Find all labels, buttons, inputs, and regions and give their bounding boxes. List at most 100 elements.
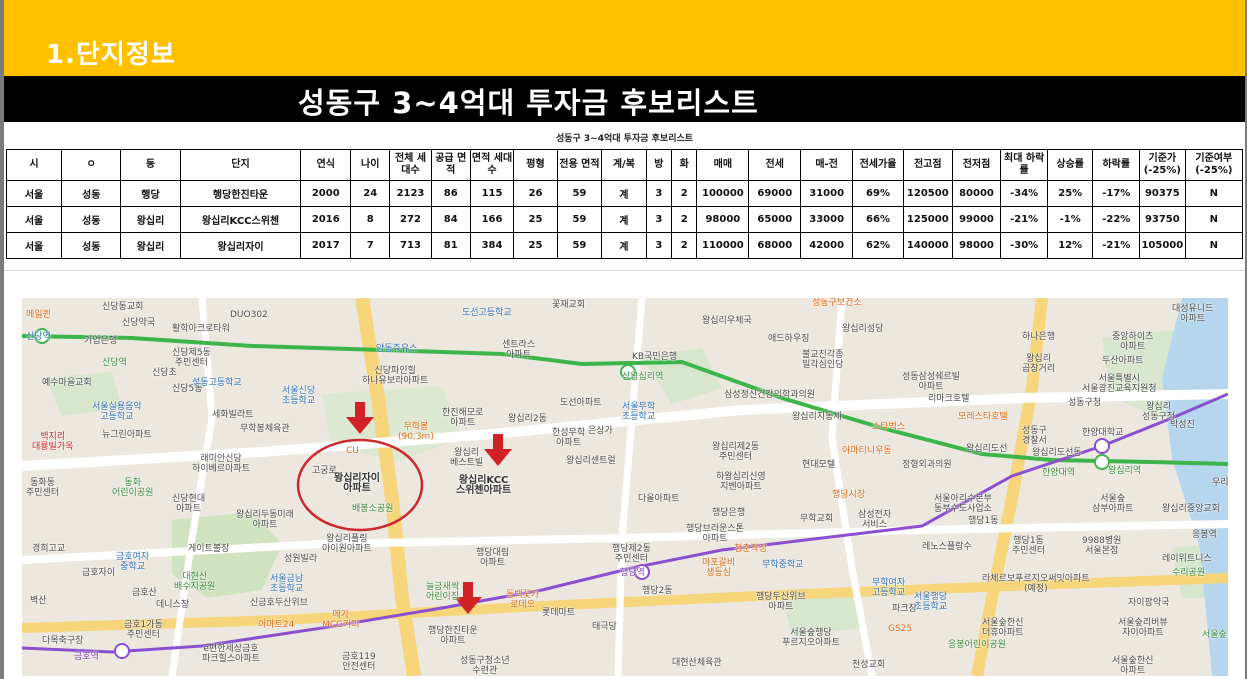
map-label-taegeuk: 태극당 <box>592 622 617 632</box>
table-cell: 행당 <box>120 180 181 207</box>
table-cell: 행당한진타운 <box>179 180 302 207</box>
table-cell: 62% <box>852 232 904 259</box>
column-header: 전세 <box>748 149 802 181</box>
table-cell: 2 <box>671 232 698 259</box>
map-label-daehyunsan-gym: 대현산체육관 <box>672 658 722 668</box>
table-cell: 2123 <box>389 180 432 207</box>
map-label-sindang-hyundai: 신당현대 아파트 <box>172 494 206 514</box>
map-label-geumho119: 금호119 안전센터 <box>342 652 376 672</box>
section-title: 1.단지정보 <box>46 40 176 70</box>
column-header: 화 <box>671 149 698 181</box>
candidate-table-area: 성동구 3~4억대 투자금 후보리스트 시 ㅇ 동 단지 연식 나이 전체 세대수 공급 면적… <box>4 127 1245 269</box>
map-label-centras: 센트라스 아파트 <box>502 340 536 360</box>
map-label-seoul-asia: 서울아리수본부 동부수도사업소 <box>934 494 992 514</box>
table-cell: 왕십리KCC스위첸 <box>179 206 302 233</box>
table-cell: 25 <box>513 232 558 259</box>
map-label-yangbo: 왕십리우체국 <box>702 316 752 326</box>
map-label-hwalhwa: 활학아크로타워 <box>172 324 230 334</box>
map-label-gs25: GS25 <box>888 624 913 634</box>
table-cell: 98000 <box>696 206 750 233</box>
map-label-kcc: 왕십리KCC 스위첸아파트 <box>456 475 512 496</box>
map-label-seongdong-office: 성동구 경찰서 <box>1022 426 1047 446</box>
table-cell: 115 <box>469 180 515 207</box>
table-cell: 66% <box>852 206 904 233</box>
table-cell: 서울 <box>5 206 63 233</box>
table-cell: 12% <box>1046 232 1094 259</box>
location-map[interactable]: DUO302 활학아크로타워 기업은행 신당제5동 주민센터 신당역 신당파인힐 하나유보라아… <box>22 298 1228 676</box>
table-cell: 31000 <box>800 180 854 207</box>
divider <box>4 270 1245 271</box>
map-label-haengdang-daerim: 행당대림 아파트 <box>476 548 510 568</box>
table-cell: 90375 <box>1139 180 1186 207</box>
map-label-daeseong: 대성유니드 아파트 <box>1172 304 1214 324</box>
map-label-duo302: DUO302 <box>230 310 268 320</box>
table-cell: 성동 <box>61 206 122 233</box>
map-label-starbucks: 스타벅스 <box>872 422 906 432</box>
map-label-wsr-seongdang: 왕십리성당 <box>842 324 884 334</box>
table-cell: 2000 <box>300 180 352 207</box>
map-label-wangsimni-seongdong-square: 왕십리 성동구청 <box>1142 402 1176 422</box>
map-label-muhakbong: 무학봉 (90.3m) <box>398 422 434 442</box>
map-label-megamcg: 메가 MCG커피 <box>322 610 360 630</box>
map-label-eungbong: 응봉어린이공원 <box>948 640 1006 650</box>
column-header: 동 <box>120 149 181 181</box>
table-cell: -21% <box>1092 232 1141 259</box>
map-label-newgreen: 뉴그린아파트 <box>102 430 152 440</box>
map-label-rimarq: 리마크호텔 <box>928 394 970 404</box>
table-row: 서울 성동 왕십리 왕십리KCC스위첸 2016 8 272 84 166 25 59 계 3 2 9800… <box>5 206 1244 233</box>
table-cell: -34% <box>1000 180 1048 207</box>
map-label-baekji: 백지리 대룡빌가옥 <box>32 432 74 452</box>
table-cell: 98000 <box>951 232 1002 259</box>
table-cell: 왕십리 <box>120 232 181 259</box>
column-header: 전세가율 <box>852 149 904 181</box>
map-label-seoul-haengdang-pu: 서울숲행당 푸르지오아파트 <box>782 628 840 648</box>
map-label-seoul-hwang: 서울특별시 서울광진교육지원청 <box>1082 374 1157 394</box>
map-label-haengdang-hanjin-map: 행당한진타운 아파트 <box>428 626 478 646</box>
table-cell: 8 <box>350 206 391 233</box>
map-label-sidr: 신당동교회 <box>102 302 144 312</box>
map-label-sindang5dong: 신당5동 <box>172 384 203 394</box>
map-label-haengdang-mall: 왕십리도선동 <box>1032 448 1082 458</box>
table-cell: 3 <box>645 206 673 233</box>
column-header: ㅇ <box>61 149 122 181</box>
map-label-hyundai-motel: 현대모텔 <box>802 460 836 470</box>
table-cell: -21% <box>1000 206 1048 233</box>
table-cell: 계 <box>601 180 647 207</box>
map-label-cu: CU <box>346 446 359 456</box>
table-cell: 100000 <box>696 180 750 207</box>
table-header-row: 시 ㅇ 동 단지 연식 나이 전체 세대수 공급 면적 면적 세대수 평형 전용 면적 계/복 방 화 매매… <box>5 149 1244 181</box>
map-label-hanyang-st: 한양대역 <box>1042 468 1076 478</box>
map-label-renos: 레노스플랑수 <box>922 542 972 552</box>
map-label-seoul-hospital: 9988병원 서울본점 <box>1082 536 1122 556</box>
table-cell: 105000 <box>1139 232 1186 259</box>
map-label-sandang-pharmacy: 신당약국 <box>122 318 156 328</box>
map-label-seoul-silgo: 서울실용음악 고등학교 <box>92 402 142 422</box>
table-cell: 59 <box>556 180 603 207</box>
table-cell: 25 <box>513 206 558 233</box>
map-label-seongdong-gu-office: 성동구보건소 <box>812 298 862 308</box>
map-label-hanjin: 한진해모로 아파트 <box>442 408 484 428</box>
map-label-haengdang2-dong: 행당2동 <box>642 586 673 596</box>
map-label-eunsang: 은상가 <box>588 426 613 436</box>
column-header: 계/복 <box>601 149 647 181</box>
map-label-seoul-hamsin2: 서울숲한신 아파트 <box>1112 656 1154 676</box>
map-label-eplanning: e편한세상금호 파크힐스아파트 <box>202 644 260 664</box>
map-label-seoulgeum-sungdang: 서울신당 초등학교 <box>282 386 316 406</box>
table-cell: 계 <box>601 232 647 259</box>
table-cell: -30% <box>1000 232 1048 259</box>
map-label-sindang-yuk: 신당역 <box>102 358 127 368</box>
map-label-jaiyu: 자이팜약국 <box>1128 598 1170 608</box>
map-label-haengdang-dusan: 행당두산위브 아파트 <box>756 592 806 612</box>
map-label-haengdang-sinan: 하왕십리신영 지벤아파트 <box>716 472 766 492</box>
map-label-lerai: 레이위트니스 <box>1162 554 1212 564</box>
map-label-wsr-center: 왕십리센트럴 <box>566 456 616 466</box>
table-cell: 125000 <box>902 206 953 233</box>
map-label-seongdong-seobi: 삼성전자 서비스 <box>858 510 892 530</box>
map-label-dongbaek: 동백꽃가 로데오 <box>506 590 540 610</box>
map-label-central-ipark: 중앙하이츠 아파트 <box>1112 332 1154 352</box>
map-label-sangwang-st: 상왕십리역 <box>622 372 664 382</box>
map-label-baekbeom: 배봉소공원 <box>352 504 394 514</box>
map-label-maebaeng: 마포갈비 생등심 <box>702 558 736 578</box>
map-label-jeonghyeong: 정형외과의원 <box>902 460 952 470</box>
section-header-band <box>4 0 1245 76</box>
